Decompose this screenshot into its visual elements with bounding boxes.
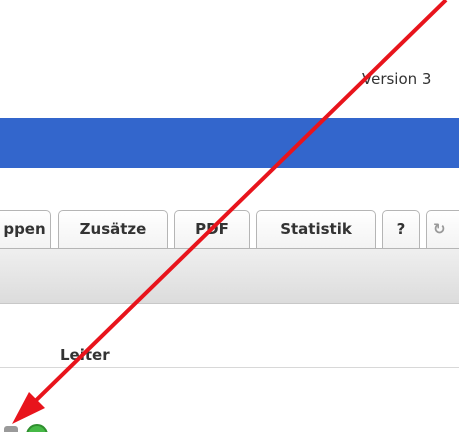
tab-pdf[interactable]: PDF — [174, 210, 250, 248]
toolbar — [0, 248, 459, 304]
tab-refresh[interactable]: ↻ — [426, 210, 459, 248]
status-grey-icon[interactable] — [4, 426, 18, 432]
tab-bar: ppen Zusätze PDF Statistik ? ↻ — [0, 0, 459, 248]
refresh-icon: ↻ — [433, 220, 446, 238]
tab-zusaetze[interactable]: Zusätze — [58, 210, 168, 248]
table-row — [0, 412, 459, 432]
tab-statistik[interactable]: Statistik — [256, 210, 376, 248]
status-green-icon[interactable] — [26, 424, 48, 432]
app-window: Version 3 ppen Zusätze PDF Statistik ? ↻… — [0, 0, 459, 432]
tab-gruppen[interactable]: ppen — [0, 210, 51, 248]
tab-help[interactable]: ? — [382, 210, 420, 248]
column-header-leiter[interactable]: Leiter — [60, 346, 110, 364]
